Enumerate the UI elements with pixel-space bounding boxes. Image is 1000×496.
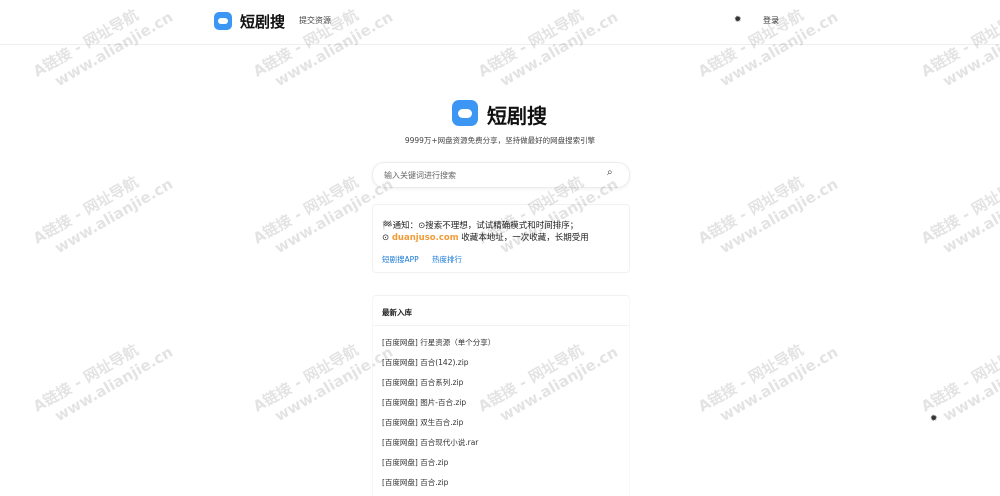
list-item[interactable]: [百度网盘] 百合.zip	[382, 477, 448, 488]
list-item[interactable]: [百度网盘] 百合系列.zip	[382, 377, 463, 388]
notice-line-2: ⊙ duanjuso.com 收藏本地址，一次收藏，长期受用	[382, 231, 589, 243]
hot-ranking-link[interactable]: 热度排行	[432, 254, 462, 265]
notice-domain: duanjuso.com	[392, 233, 459, 243]
watermark-line-2: www.alianjie.cn	[928, 175, 1000, 265]
notice-line-1: 🏁通知：⊙搜索不理想，试试精确模式和时间排序；	[382, 219, 578, 231]
floating-theme-icon[interactable]: ✹	[930, 414, 938, 424]
hero-title: 短剧搜	[487, 100, 547, 129]
hero-subtitle: 9999万+网盘资源免费分享，坚持做最好的网盘搜索引擎	[0, 135, 1000, 146]
hero-cloud-logo-icon	[452, 100, 478, 126]
cloud-logo-icon[interactable]	[214, 12, 232, 30]
watermark: A链接 - 网址导航www.alianjie.cn	[30, 326, 177, 433]
list-item[interactable]: [百度网盘] 百合现代小说.rar	[382, 437, 478, 448]
notice-line-2-suffix: 收藏本地址，一次收藏，长期受用	[459, 233, 589, 243]
search-box: ⌕	[372, 162, 630, 188]
latest-panel: 最新入库 [百度网盘] 行星资源（单个分享） [百度网盘] 百合(142).zi…	[372, 295, 630, 496]
watermark-line-2: www.alianjie.cn	[705, 343, 842, 433]
login-link[interactable]: 登录	[763, 15, 779, 26]
watermark-line-2: www.alianjie.cn	[40, 175, 177, 265]
submit-resource-link[interactable]: 提交资源	[299, 15, 331, 26]
search-icon[interactable]: ⌕	[607, 167, 613, 178]
watermark-line-2: www.alianjie.cn	[705, 175, 842, 265]
watermark: A链接 - 网址导航www.alianjie.cn	[695, 326, 842, 433]
top-navbar: 短剧搜 提交资源 ✹ 登录	[0, 0, 1000, 45]
watermark-line-1: A链接 - 网址导航	[250, 341, 361, 416]
watermark-line-2: www.alianjie.cn	[40, 343, 177, 433]
watermark: A链接 - 网址导航www.alianjie.cn	[30, 158, 177, 265]
theme-toggle-icon[interactable]: ✹	[734, 15, 742, 25]
list-item[interactable]: [百度网盘] 行星资源（单个分享）	[382, 337, 495, 348]
brand-name[interactable]: 短剧搜	[240, 11, 285, 32]
watermark: A链接 - 网址导航www.alianjie.cn	[695, 158, 842, 265]
search-input[interactable]	[382, 167, 596, 184]
list-item[interactable]: [百度网盘] 双生百合.zip	[382, 417, 463, 428]
list-item[interactable]: [百度网盘] 百合(142).zip	[382, 357, 469, 368]
notice-line-2-prefix: ⊙	[382, 233, 392, 243]
divider	[373, 325, 629, 326]
watermark-line-1: A链接 - 网址导航	[250, 173, 361, 248]
notice-card: 🏁通知：⊙搜索不理想，试试精确模式和时间排序； ⊙ duanjuso.com 收…	[372, 204, 630, 273]
watermark-line-2: www.alianjie.cn	[928, 343, 1000, 433]
app-link[interactable]: 短剧搜APP	[382, 254, 419, 265]
watermark-line-1: A链接 - 网址导航	[30, 173, 141, 248]
list-item[interactable]: [百度网盘] 百合.zip	[382, 457, 448, 468]
watermark-line-1: A链接 - 网址导航	[695, 173, 806, 248]
watermark-line-1: A链接 - 网址导航	[918, 173, 1000, 248]
watermark-line-1: A链接 - 网址导航	[918, 341, 1000, 416]
watermark-line-1: A链接 - 网址导航	[30, 341, 141, 416]
watermark-line-1: A链接 - 网址导航	[695, 341, 806, 416]
list-item[interactable]: [百度网盘] 图片-百合.zip	[382, 397, 466, 408]
latest-title: 最新入库	[382, 307, 412, 318]
watermark: A链接 - 网址导航www.alianjie.cn	[918, 158, 1000, 265]
